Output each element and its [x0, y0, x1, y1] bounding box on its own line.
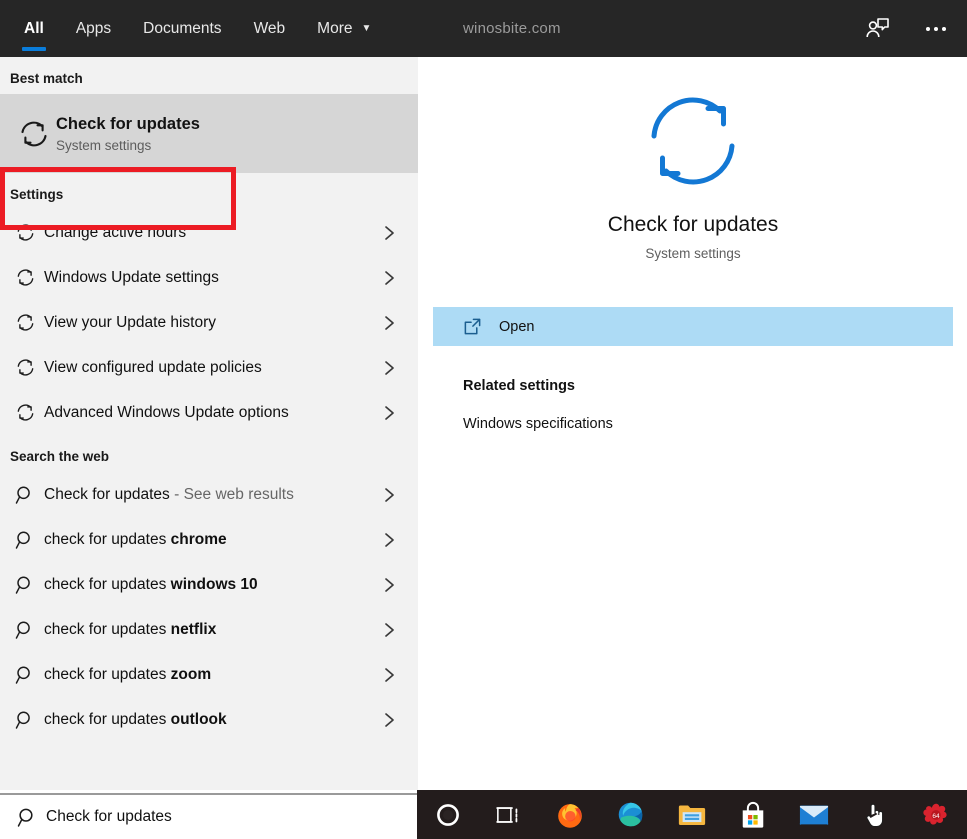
microsoft-store-icon[interactable]: [722, 790, 783, 839]
chevron-right-icon[interactable]: [383, 360, 396, 376]
settings-item-windows-update-settings[interactable]: Windows Update settings: [0, 255, 418, 300]
chevron-right-icon[interactable]: [383, 622, 396, 638]
firefox-icon[interactable]: [539, 790, 600, 839]
related-link-windows-specifications[interactable]: Windows specifications: [463, 416, 953, 432]
ellipsis-icon[interactable]: [919, 12, 953, 46]
related-settings-heading: Related settings: [463, 378, 575, 394]
tab-web[interactable]: Web: [238, 0, 302, 57]
tab-apps[interactable]: Apps: [60, 0, 127, 57]
web-suggestion-label: check for updates windows 10: [44, 575, 258, 593]
actions-card: Open: [433, 307, 953, 346]
settings-heading: Settings: [10, 187, 64, 202]
file-explorer-icon[interactable]: [661, 790, 722, 839]
tab-web-label: Web: [253, 19, 286, 37]
svg-text:64: 64: [932, 812, 940, 819]
open-external-icon: [463, 317, 499, 336]
tab-all[interactable]: All: [8, 0, 60, 57]
header-actions: [861, 0, 953, 57]
chevron-right-icon[interactable]: [383, 712, 396, 728]
settings-item-view-update-history[interactable]: View your Update history: [0, 300, 418, 345]
settings-item-label: Advanced Windows Update options: [44, 403, 289, 421]
search-icon: [6, 710, 44, 730]
tab-documents-label: Documents: [143, 19, 222, 37]
settings-item-label: Windows Update settings: [44, 268, 219, 286]
best-match-title: Check for updates: [56, 115, 200, 134]
chevron-right-icon[interactable]: [383, 577, 396, 593]
tab-all-label: All: [24, 19, 44, 37]
search-icon: [6, 620, 44, 640]
web-suggestion-label: check for updates netflix: [44, 620, 217, 638]
mail-icon[interactable]: [783, 790, 844, 839]
chevron-right-icon[interactable]: [383, 532, 396, 548]
sync-icon: [12, 117, 56, 151]
chevron-right-icon[interactable]: [383, 405, 396, 421]
sync-icon: [638, 90, 748, 197]
search-icon: [6, 575, 44, 595]
best-match-text: Check for updates System settings: [56, 114, 200, 153]
settings-item-label: View configured update policies: [44, 358, 262, 376]
task-view-icon[interactable]: [478, 790, 539, 839]
settings-item-advanced-windows-update-options[interactable]: Advanced Windows Update options: [0, 390, 418, 435]
search-filter-tabs: All Apps Documents Web More ▼: [0, 0, 387, 57]
chevron-right-icon[interactable]: [383, 315, 396, 331]
best-match-result[interactable]: Check for updates System settings: [0, 94, 418, 173]
cortana-icon[interactable]: [417, 790, 478, 839]
search-icon: [6, 485, 44, 505]
settings-item-change-active-hours[interactable]: Change active hours: [0, 210, 418, 255]
sync-icon: [6, 357, 44, 378]
search-the-web-heading: Search the web: [10, 449, 110, 464]
search-icon: [6, 665, 44, 685]
sync-icon: [6, 402, 44, 423]
person-comment-icon[interactable]: [861, 12, 895, 46]
taskbar: 64: [417, 790, 967, 839]
tab-more-label: More: [317, 19, 353, 37]
chevron-right-icon[interactable]: [383, 667, 396, 683]
web-suggestion-label: check for updates outlook: [44, 710, 227, 728]
related-settings-card: Related settings Windows specifications: [433, 352, 953, 472]
web-suggestion-outlook[interactable]: check for updates outlook: [0, 697, 418, 742]
chevron-right-icon[interactable]: [383, 487, 396, 503]
chevron-right-icon[interactable]: [383, 225, 396, 241]
open-button-label: Open: [499, 318, 535, 335]
web-suggestion-windows-10[interactable]: check for updates windows 10: [0, 562, 418, 607]
search-results-panel: Best match Check for updates System sett…: [0, 57, 418, 790]
settings-item-label: Change active hours: [44, 223, 187, 241]
tab-apps-label: Apps: [75, 19, 112, 37]
search-icon: [6, 530, 44, 550]
tab-more[interactable]: More ▼: [301, 0, 387, 57]
chevron-down-icon: ▼: [361, 22, 372, 34]
search-input-value[interactable]: Check for updates: [46, 808, 172, 826]
search-icon: [8, 807, 46, 828]
preview-title: Check for updates: [607, 213, 779, 236]
sync-icon: [6, 267, 44, 288]
open-button[interactable]: Open: [433, 307, 953, 346]
web-suggestion-label: check for updates zoom: [44, 665, 212, 683]
web-suggestion-chrome[interactable]: check for updates chrome: [0, 517, 418, 562]
settings-item-label: View your Update history: [44, 313, 217, 331]
preview-card: Check for updates System settings: [433, 57, 953, 294]
preview-subtitle: System settings: [645, 246, 741, 261]
chevron-right-icon[interactable]: [383, 270, 396, 286]
best-match-heading: Best match: [10, 71, 83, 86]
web-suggestion-netflix[interactable]: check for updates netflix: [0, 607, 418, 652]
tab-documents[interactable]: Documents: [127, 0, 237, 57]
taskbar-search-box[interactable]: Check for updates: [0, 793, 417, 839]
sync-icon: [6, 312, 44, 333]
red-app-icon[interactable]: 64: [905, 790, 966, 839]
web-suggestion-label: check for updates chrome: [44, 530, 227, 548]
web-suggestion-zoom[interactable]: check for updates zoom: [0, 652, 418, 697]
best-match-subtitle: System settings: [56, 137, 152, 153]
web-suggestion-label: Check for updates - See web results: [44, 485, 294, 503]
windows-search-screen: All Apps Documents Web More ▼ winosbite.…: [0, 0, 967, 839]
edge-icon[interactable]: [600, 790, 661, 839]
search-header: All Apps Documents Web More ▼ winosbite.…: [0, 0, 967, 57]
settings-item-view-configured-update-policies[interactable]: View configured update policies: [0, 345, 418, 390]
cursor-hand-icon[interactable]: [844, 790, 905, 839]
web-suggestion-see-web-results[interactable]: Check for updates - See web results: [0, 472, 418, 517]
sync-icon: [6, 222, 44, 243]
preview-panel: Check for updates System settings Open R…: [433, 57, 953, 790]
site-watermark: winosbite.com: [463, 20, 561, 37]
